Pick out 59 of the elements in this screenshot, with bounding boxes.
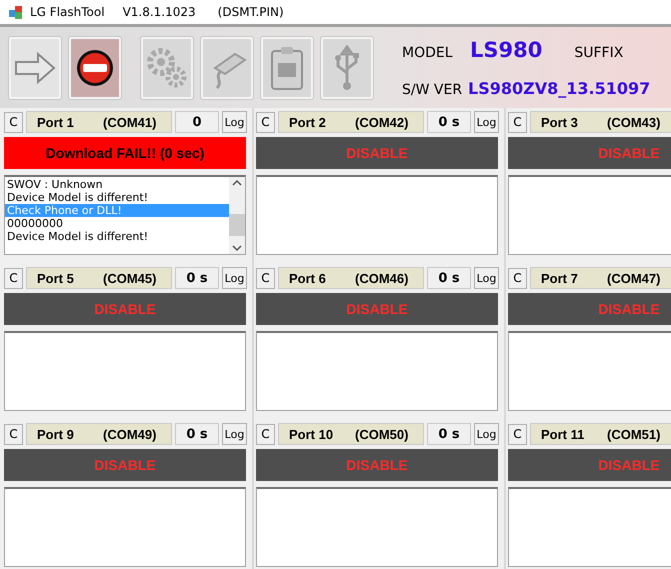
timer-field: 0 s (427, 423, 471, 445)
stop-button[interactable] (68, 36, 122, 100)
log-button[interactable]: Log (222, 267, 247, 289)
log-line[interactable]: SWOV : Unknown (5, 178, 229, 191)
clear-button[interactable]: C (4, 268, 23, 288)
log-button[interactable]: Log (222, 111, 247, 133)
port-label: Port 7 (COM47) (530, 267, 671, 289)
status-bar: DISABLE (508, 293, 671, 325)
window-title: LG FlashTool (30, 5, 105, 19)
file-label: (DSMT.PIN) (218, 5, 284, 19)
sw-version-label: S/W VER (402, 82, 464, 98)
stop-icon (75, 48, 115, 88)
log-button[interactable]: Log (222, 423, 247, 445)
status-bar: DISABLE (256, 293, 498, 325)
start-button[interactable] (8, 36, 62, 100)
version-label: V1.8.1.1023 (122, 5, 196, 19)
status-bar: DISABLE (508, 137, 671, 169)
port-label: Port 3 (COM43) (530, 111, 671, 133)
clear-button[interactable]: C (4, 424, 23, 444)
usb-icon (332, 44, 362, 90)
port-label: Port 9 (COM49) (26, 423, 172, 445)
clear-button[interactable]: C (256, 424, 275, 444)
timer-field: 0 s (427, 111, 471, 133)
port-label: Port 5 (COM45) (26, 267, 172, 289)
timer-field: 0 (175, 111, 219, 133)
log-line[interactable]: Device Model is different! (5, 230, 229, 243)
sw-version-value: LS980ZV8_13.51097 (468, 78, 650, 100)
port-label: Port 1 (COM41) (26, 111, 172, 133)
status-bar: DISABLE (508, 449, 671, 481)
log-line[interactable]: 00000000 (5, 217, 229, 230)
log-button[interactable]: Log (474, 423, 499, 445)
status-bar: DISABLE (4, 449, 246, 481)
port-label: Port 6 (COM46) (278, 267, 424, 289)
clear-button[interactable]: C (508, 268, 527, 288)
log-line[interactable]: Device Model is different! (5, 191, 229, 204)
scrollbar[interactable] (229, 177, 245, 254)
status-bar: DISABLE (256, 137, 498, 169)
app-icon (8, 4, 24, 20)
timer-field: 0 s (175, 423, 219, 445)
port-label: Port 10 (COM50) (278, 423, 424, 445)
suffix-label: SUFFIX (574, 44, 624, 61)
timer-field: 0 s (427, 267, 471, 289)
clear-button[interactable]: C (256, 112, 275, 132)
log-button[interactable]: Log (474, 267, 499, 289)
clear-button[interactable]: C (4, 112, 23, 132)
port-label: Port 11 (COM51) (530, 423, 671, 445)
arrow-icon (13, 50, 57, 84)
log-button[interactable]: Log (474, 111, 499, 133)
timer-field: 0 s (175, 267, 219, 289)
model-label: MODEL (402, 44, 454, 61)
status-bar: Download FAIL!! (0 sec) (4, 137, 246, 169)
status-bar: DISABLE (256, 449, 498, 481)
clear-button[interactable]: C (508, 424, 527, 444)
clear-button[interactable]: C (256, 268, 275, 288)
clear-button[interactable]: C (508, 112, 527, 132)
settings-icon (145, 46, 189, 90)
port-label: Port 2 (COM42) (278, 111, 424, 133)
status-bar: DISABLE (4, 293, 246, 325)
model-value: LS980 (469, 36, 544, 64)
